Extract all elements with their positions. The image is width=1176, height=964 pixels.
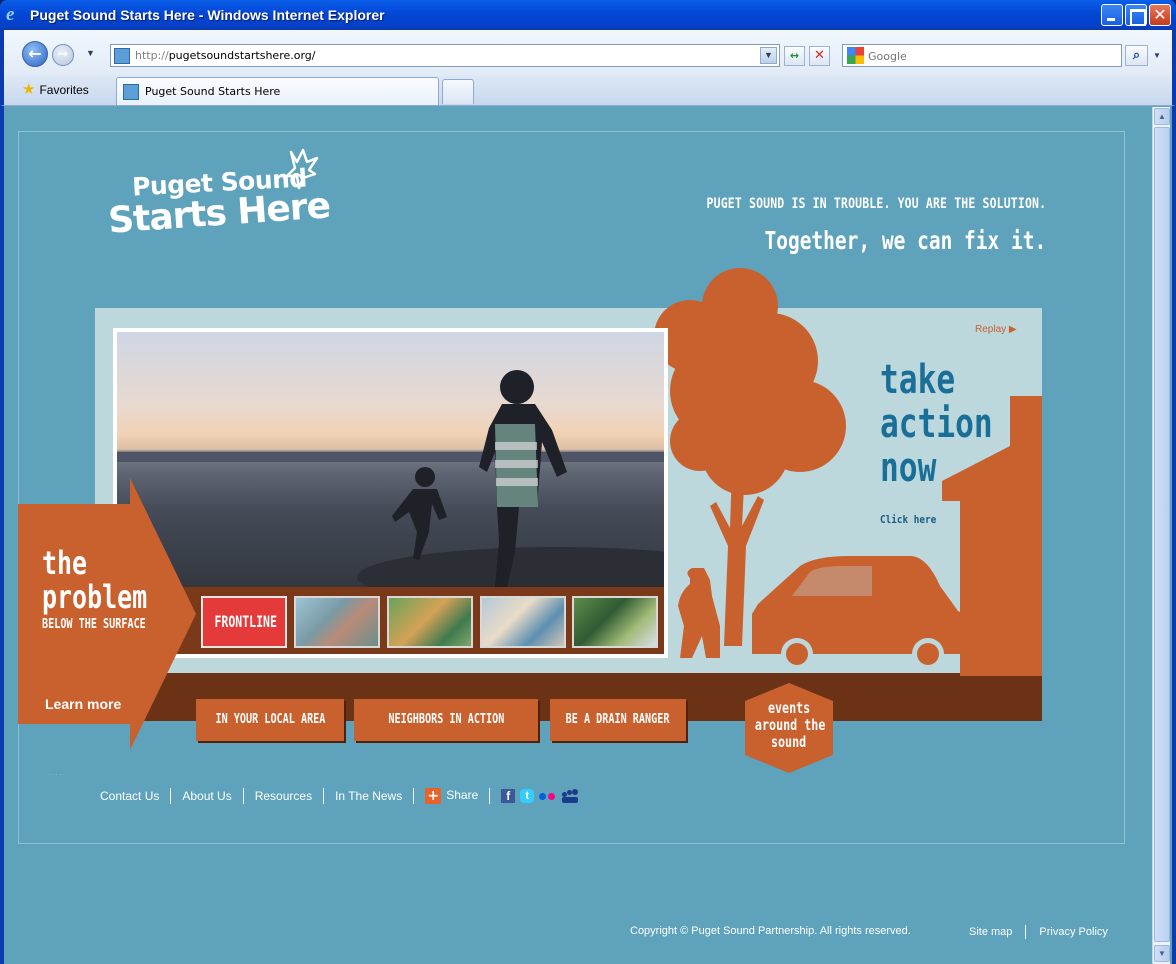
the-problem-heading: the problem — [42, 544, 148, 616]
tab-favicon-icon — [123, 84, 139, 100]
tagline: PUGET SOUND IS IN TROUBLE. YOU ARE THE S… — [706, 196, 1046, 212]
thumbnail-5[interactable] — [572, 596, 658, 648]
google-icon — [847, 47, 864, 64]
search-options-dropdown-icon[interactable]: ▼ — [1150, 45, 1164, 66]
site-map-link[interactable]: Site map — [969, 926, 1012, 938]
myspace-icon[interactable] — [562, 789, 579, 803]
divider — [413, 788, 415, 804]
copyright-text: Copyright © Puget Sound Partnership. All… — [630, 925, 911, 937]
footer-divider — [18, 843, 1125, 844]
scroll-down-icon[interactable]: ▼ — [1154, 945, 1170, 962]
hero-photo[interactable] — [117, 332, 664, 587]
close-icon: ✕ — [1153, 5, 1167, 24]
twitter-icon[interactable]: t — [520, 789, 535, 803]
forward-button[interactable]: → — [52, 44, 74, 66]
address-dropdown-icon[interactable]: ▼ — [760, 47, 777, 64]
share-icon: + — [425, 788, 442, 804]
about-us-link[interactable]: About Us — [182, 789, 231, 803]
learn-more-link[interactable]: Learn more — [45, 696, 121, 712]
take-action-heading[interactable]: take action now — [880, 358, 993, 490]
history-dropdown-icon[interactable]: ▼ — [86, 48, 95, 58]
tab-label: Puget Sound Starts Here — [145, 85, 281, 98]
scroll-thumb[interactable] — [1154, 127, 1170, 942]
scroll-up-icon[interactable]: ▲ — [1154, 108, 1170, 125]
replay-button[interactable]: Replay ▶ — [975, 324, 1017, 335]
neighbors-in-action-button[interactable]: NEIGHBORS IN ACTION — [354, 699, 538, 741]
events-around-the-sound-label: events around the sound — [754, 699, 826, 751]
beach-children-scene — [117, 370, 664, 587]
address-url: http://pugetsoundstartshere.org/ — [135, 49, 316, 62]
ie-logo-icon: e — [6, 4, 15, 25]
thumbnail-4[interactable] — [480, 596, 566, 648]
new-tab-button[interactable] — [442, 79, 474, 104]
window-title: Puget Sound Starts Here - Windows Intern… — [30, 7, 385, 23]
window-titlebar[interactable]: e Puget Sound Starts Here - Windows Inte… — [0, 0, 1176, 30]
site-favicon-icon — [114, 48, 130, 64]
thumbnail-3[interactable] — [387, 596, 473, 648]
forward-arrow-icon: → — [57, 47, 69, 62]
social-links: f t — [501, 789, 579, 803]
search-button[interactable]: ⌕ — [1125, 45, 1148, 66]
bottom-links: Site map Privacy Policy — [969, 925, 1108, 939]
divider — [170, 788, 172, 804]
minimize-button[interactable] — [1101, 4, 1123, 26]
refresh-button[interactable]: ↔ — [784, 46, 805, 66]
thumbnail-2[interactable] — [294, 596, 380, 648]
favorites-star-icon: ★ — [22, 81, 36, 98]
tab-puget-sound[interactable]: Puget Sound Starts Here — [116, 77, 439, 105]
privacy-policy-link[interactable]: Privacy Policy — [1039, 926, 1107, 938]
problem-subheading: BELOW THE SURFACE — [42, 617, 146, 632]
divider — [323, 788, 325, 804]
vertical-scrollbar[interactable]: ▲ ▼ — [1152, 107, 1170, 964]
stop-button[interactable]: ✕ — [809, 46, 830, 66]
in-the-news-link[interactable]: In The News — [335, 789, 402, 803]
search-box[interactable] — [842, 44, 1122, 67]
facebook-icon[interactable]: f — [501, 789, 516, 803]
back-button[interactable]: ← — [22, 41, 48, 67]
flickr-icon[interactable] — [539, 791, 557, 801]
divider — [1025, 925, 1027, 939]
logo-arrow-icon — [285, 148, 319, 190]
favorites-button[interactable]: ★ Favorites — [22, 80, 89, 98]
resources-link[interactable]: Resources — [255, 789, 312, 803]
footer-nav: Contact Us About Us Resources In The New… — [100, 788, 579, 804]
contact-us-link[interactable]: Contact Us — [100, 789, 159, 803]
share-link[interactable]: + Share — [425, 788, 478, 804]
address-field[interactable]: http://pugetsoundstartshere.org/ ▼ — [110, 44, 780, 67]
maximize-button[interactable] — [1125, 4, 1147, 26]
divider — [242, 788, 244, 804]
click-here-link[interactable]: Click here — [880, 513, 936, 526]
close-button[interactable]: ✕ — [1149, 4, 1171, 26]
tagline-subtitle: Together, we can fix it. — [764, 226, 1046, 255]
back-arrow-icon: ← — [28, 44, 42, 63]
search-input[interactable] — [868, 48, 1108, 64]
in-your-local-area-button[interactable]: IN YOUR LOCAL AREA — [196, 699, 344, 741]
divider — [489, 788, 491, 804]
thumbnail-frontline[interactable]: FRONTLINE — [201, 596, 287, 648]
decorative-dots: ····· — [48, 770, 67, 779]
be-a-drain-ranger-button[interactable]: BE A DRAIN RANGER — [550, 699, 686, 741]
